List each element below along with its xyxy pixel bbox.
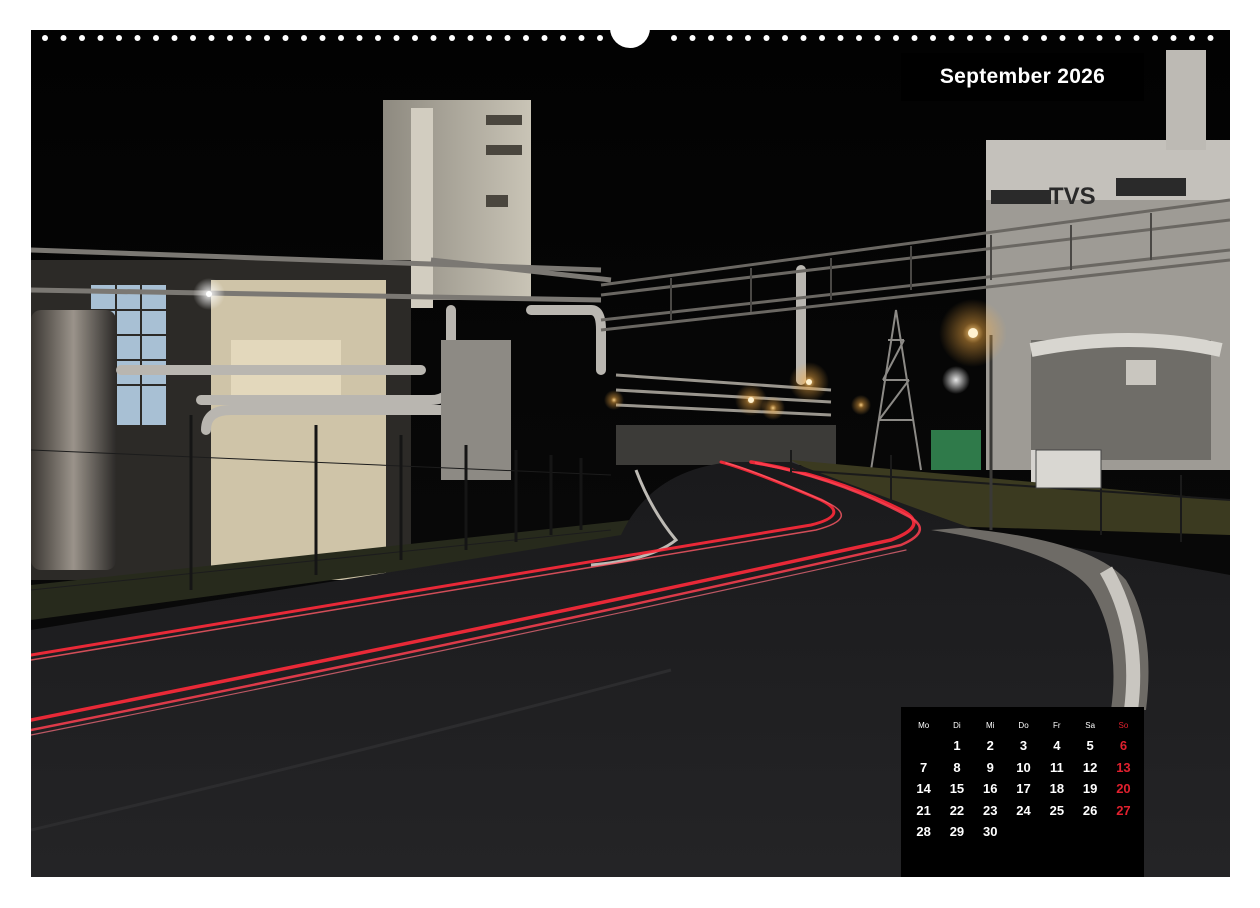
weekday-label: Mi: [986, 721, 995, 730]
date: 12: [1082, 759, 1098, 775]
weekday-label: Mo: [918, 721, 930, 730]
weekday-label: Do: [1018, 721, 1029, 730]
date: 11: [1049, 759, 1064, 775]
weekday-label: Di: [953, 721, 961, 730]
date: 17: [1016, 781, 1031, 796]
building-sign: TVS: [1049, 183, 1096, 210]
sunday-date: 27: [1116, 802, 1131, 818]
date: 23: [983, 802, 998, 818]
date: 1: [953, 738, 961, 753]
date: 2: [986, 738, 994, 753]
date: 16: [983, 781, 998, 796]
weekday-label: Sa: [1085, 721, 1096, 730]
date: 18: [1049, 781, 1065, 796]
date: 4: [1053, 738, 1061, 753]
date: 10: [1016, 759, 1031, 775]
date: 29: [949, 824, 965, 839]
date: 7: [920, 759, 928, 775]
weekday-label: So: [1118, 721, 1129, 730]
date: 5: [1086, 738, 1094, 753]
weekday-label: Fr: [1053, 721, 1061, 730]
sunday-date: 20: [1116, 781, 1131, 796]
date: 15: [949, 781, 965, 796]
date: 8: [953, 759, 961, 775]
date: 30: [983, 824, 998, 839]
date: 26: [1082, 802, 1098, 818]
date: 14: [916, 781, 931, 796]
date: 19: [1082, 781, 1098, 796]
mini-calendar: Mo Di Mi Do Fr Sa So 1 2 3 4 5 6 7 8 9 10 11 12 13 14 15 16 17…: [901, 707, 1144, 877]
date: 28: [916, 824, 931, 839]
date: 24: [1016, 802, 1031, 818]
empty-cell: [907, 735, 940, 757]
month-title: September 2026: [939, 65, 1106, 88]
date: 22: [949, 802, 965, 818]
date: 25: [1049, 802, 1065, 818]
date: 21: [916, 802, 931, 818]
date: 3: [1019, 738, 1028, 753]
day-grid: 1 2 3 4 5 6 7 8 9 10 11 12 13 14 15 16 17 18 19 20 21 22 23 24 2…: [907, 735, 1140, 843]
sunday-date: 6: [1119, 738, 1128, 753]
date: 9: [986, 759, 994, 775]
sunday-date: 13: [1116, 759, 1131, 775]
month-title-box: September 2026: [901, 53, 1144, 101]
calendar-page: TVS September 2026 Mo Di Mi Do Fr Sa So …: [0, 0, 1260, 908]
weekday-header: Mo Di Mi Do Fr Sa So: [907, 721, 1140, 731]
